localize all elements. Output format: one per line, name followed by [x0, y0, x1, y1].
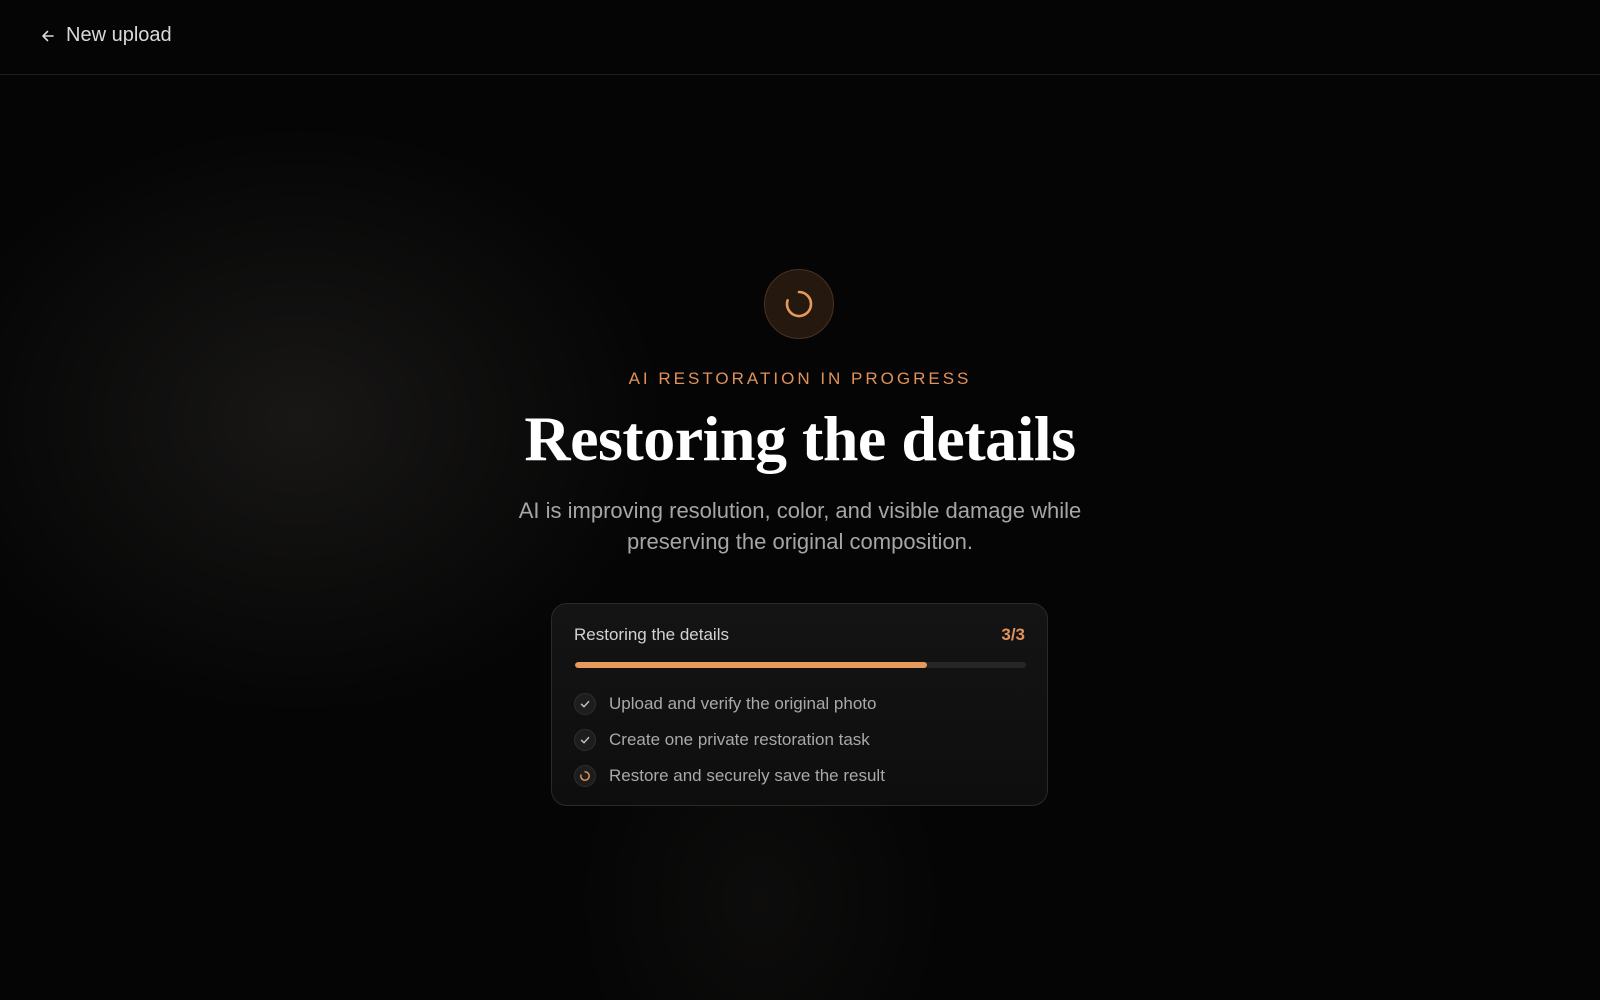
- progress-card-header: Restoring the details 3/3: [574, 625, 1025, 645]
- step-list: Upload and verify the original photo Cre…: [574, 686, 885, 794]
- loading-spinner-icon: [764, 269, 834, 339]
- check-icon: [574, 729, 596, 751]
- step-label: Create one private restoration task: [609, 730, 870, 749]
- progress-bar-fill: [575, 662, 927, 668]
- new-upload-button[interactable]: New upload: [40, 24, 172, 47]
- progress-bar: [575, 662, 1026, 668]
- spinner-icon: [574, 765, 596, 787]
- page-title: Restoring the details: [524, 403, 1076, 474]
- list-item: Restore and securely save the result: [574, 758, 885, 794]
- arrow-left-icon: [40, 28, 56, 44]
- list-item: Upload and verify the original photo: [574, 686, 885, 722]
- top-bar: New upload: [0, 0, 1600, 75]
- step-label: Restore and securely save the result: [609, 766, 885, 785]
- step-label: Upload and verify the original photo: [609, 694, 877, 713]
- new-upload-label: New upload: [66, 24, 172, 46]
- list-item: Create one private restoration task: [574, 722, 885, 758]
- status-eyebrow: AI RESTORATION IN PROGRESS: [628, 369, 972, 388]
- progress-step-count: 3/3: [1001, 625, 1025, 644]
- check-icon: [574, 693, 596, 715]
- page-subtitle: AI is improving resolution, color, and v…: [518, 498, 1082, 554]
- progress-card-title: Restoring the details: [574, 625, 729, 644]
- progress-card: Restoring the details 3/3 Upload and ver…: [551, 603, 1048, 806]
